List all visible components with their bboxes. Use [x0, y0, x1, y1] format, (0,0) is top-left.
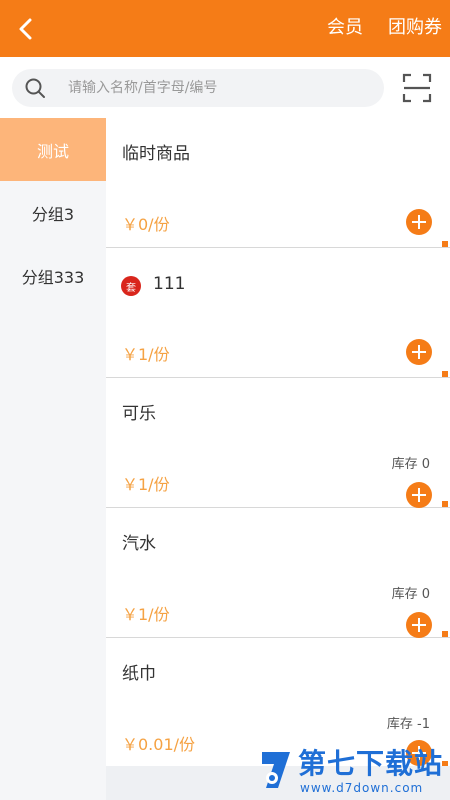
product-price: ￥1/份 [122, 605, 170, 624]
package-badge: 套 [121, 276, 141, 296]
product-item[interactable]: 套 111 ￥1/份 [106, 248, 450, 378]
watermark-url: www.d7down.com [300, 781, 424, 795]
product-price: ￥0/份 [122, 215, 170, 234]
product-item[interactable]: 临时商品 ￥0/份 [106, 118, 450, 248]
watermark: 第七下载站 www.d7down.com [258, 748, 448, 800]
corner-mark [442, 501, 448, 507]
add-to-cart-button[interactable] [406, 209, 432, 235]
category-item-group3[interactable]: 分组3 [0, 181, 106, 244]
product-name: 纸巾 [122, 664, 156, 684]
product-name: 临时商品 [122, 144, 190, 164]
top-bar: 会员 团购券 [0, 0, 450, 57]
back-button[interactable] [10, 12, 44, 46]
product-price: ￥1/份 [122, 475, 170, 494]
category-sidebar: 测试 分组3 分组333 [0, 118, 106, 800]
product-name: 可乐 [122, 404, 156, 424]
product-price: ￥0.01/份 [122, 735, 196, 754]
product-item[interactable]: 汽水 库存 0 ￥1/份 [106, 508, 450, 638]
product-name: 汽水 [122, 534, 156, 554]
member-button[interactable]: 会员 [327, 16, 363, 40]
corner-mark [442, 371, 448, 377]
add-to-cart-button[interactable] [406, 339, 432, 365]
product-price: ￥1/份 [122, 345, 170, 364]
product-list: 临时商品 ￥0/份 套 111 ￥1/份 可乐 库存 0 ￥1/份 汽水 库存 … [106, 118, 450, 800]
stock-label: 库存 0 [391, 457, 430, 472]
product-item[interactable]: 可乐 库存 0 ￥1/份 [106, 378, 450, 508]
search-icon [25, 78, 45, 98]
category-item-group333[interactable]: 分组333 [0, 244, 106, 307]
stock-label: 库存 0 [391, 587, 430, 602]
watermark-title: 第七下载站 [298, 747, 444, 780]
stock-label: 库存 -1 [386, 717, 430, 732]
product-name: 111 [153, 274, 186, 294]
group-coupon-button[interactable]: 团购券 [388, 16, 442, 40]
watermark-logo-icon [262, 752, 290, 788]
corner-mark [442, 241, 448, 247]
category-item-test[interactable]: 测试 [0, 118, 106, 181]
chevron-left-icon [19, 18, 32, 40]
search-bar [0, 57, 450, 118]
add-to-cart-button[interactable] [406, 482, 432, 508]
scan-icon[interactable] [402, 73, 432, 103]
search-input[interactable] [68, 69, 368, 107]
add-to-cart-button[interactable] [406, 612, 432, 638]
corner-mark [442, 631, 448, 637]
search-box[interactable] [12, 69, 384, 107]
